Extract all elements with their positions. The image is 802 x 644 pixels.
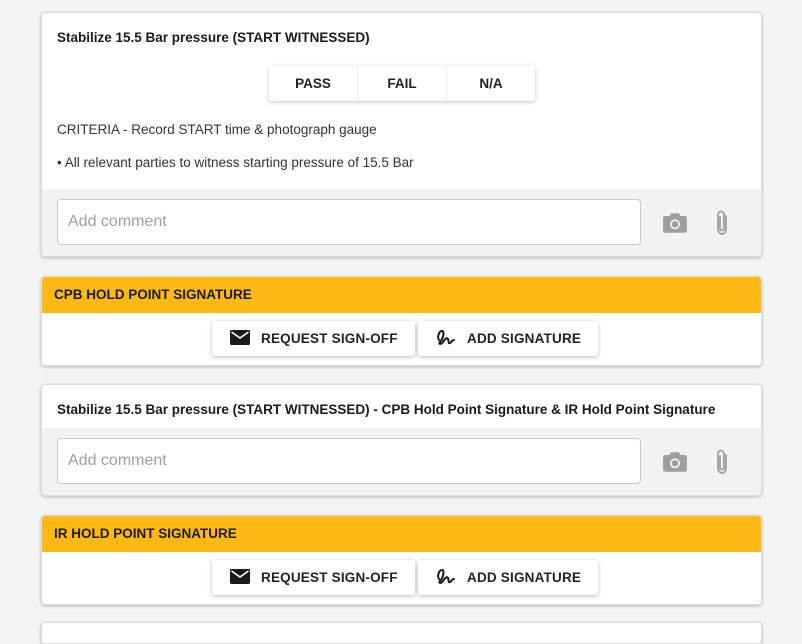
add-signature-label: ADD SIGNATURE [467,331,582,346]
request-signoff-label: REQUEST SIGN-OFF [261,331,398,346]
camera-icon[interactable] [660,208,690,238]
result-toggle-group: PASS FAIL N/A [269,66,535,101]
comment-row-2 [42,428,761,495]
cpb-request-signoff-button[interactable]: REQUEST SIGN-OFF [212,321,415,356]
comment-row [42,189,761,256]
ir-request-signoff-button[interactable]: REQUEST SIGN-OFF [212,560,415,595]
signature-icon [435,327,457,350]
cpb-signature-card: CPB HOLD POINT SIGNATURE REQUEST SIGN-OF… [41,276,762,366]
signature-icon [435,566,457,589]
inspection-step-card: Stabilize 15.5 Bar pressure (START WITNE… [41,12,762,257]
criteria-text: CRITERIA - Record START time & photograp… [57,122,377,137]
next-card-partial [41,622,762,644]
step-title-2: Stabilize 15.5 Bar pressure (START WITNE… [57,402,716,417]
comment-input-2[interactable] [57,438,641,484]
request-signoff-label: REQUEST SIGN-OFF [261,570,398,585]
fail-button[interactable]: FAIL [358,66,447,101]
paperclip-icon[interactable] [707,208,737,238]
mail-icon [229,568,251,588]
ir-signature-card: IR HOLD POINT SIGNATURE REQUEST SIGN-OFF… [41,515,762,605]
ir-signature-header: IR HOLD POINT SIGNATURE [42,516,761,552]
inspection-step-card-2: Stabilize 15.5 Bar pressure (START WITNE… [41,384,762,496]
step-title: Stabilize 15.5 Bar pressure (START WITNE… [57,30,370,45]
cpb-add-signature-button[interactable]: ADD SIGNATURE [418,321,599,356]
mail-icon [229,329,251,349]
add-signature-label: ADD SIGNATURE [467,570,582,585]
ir-signature-actions: REQUEST SIGN-OFF ADD SIGNATURE [42,552,761,604]
cpb-signature-actions: REQUEST SIGN-OFF ADD SIGNATURE [42,313,761,365]
pass-button[interactable]: PASS [269,66,358,101]
comment-input[interactable] [57,199,641,245]
ir-add-signature-button[interactable]: ADD SIGNATURE [418,560,599,595]
criteria-bullet: • All relevant parties to witness starti… [57,155,414,170]
na-button[interactable]: N/A [447,66,535,101]
cpb-signature-header: CPB HOLD POINT SIGNATURE [42,277,761,313]
camera-icon[interactable] [660,447,690,477]
paperclip-icon[interactable] [707,447,737,477]
